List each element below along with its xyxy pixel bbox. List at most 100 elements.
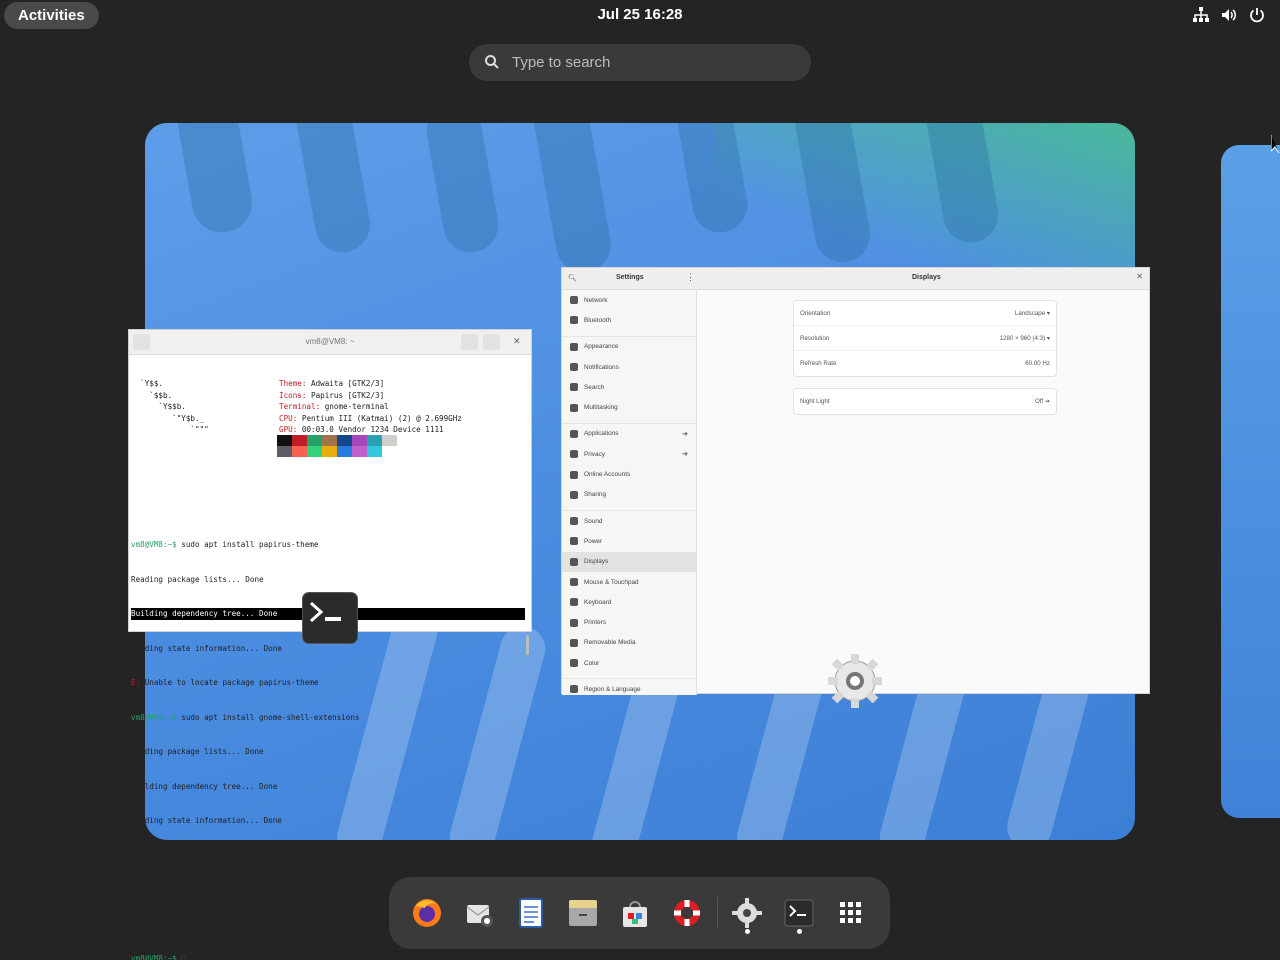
terminal-line: vm8@VM8:~$ sudo apt install gnome-shell-… xyxy=(131,712,360,722)
night-light-group: Night Light Off ➔ xyxy=(793,388,1057,415)
night-light-row[interactable]: Night Light Off ➔ xyxy=(794,389,1056,414)
software-store-icon[interactable] xyxy=(617,895,653,931)
close-icon[interactable]: ✕ xyxy=(513,336,521,347)
chevron-right-icon: ➔ xyxy=(682,430,688,438)
setting-row-orientation[interactable]: Orientation Landscape ▾ xyxy=(794,301,1056,326)
settings-title: Settings xyxy=(616,274,644,281)
sidebar-item-power[interactable]: Power xyxy=(562,531,696,551)
setting-row-refresh-rate[interactable]: Refresh Rate 60.00 Hz xyxy=(794,351,1056,376)
wallpaper-glow xyxy=(715,123,1135,283)
sidebar-item-label: Bluetooth xyxy=(584,316,612,324)
neofetch-line: `Y$$. Theme: Adwaita [GTK2/3] xyxy=(131,379,385,388)
setting-value[interactable]: 1280 × 960 (4:3) ▾ xyxy=(1000,335,1050,342)
sidebar-item-search[interactable]: Search xyxy=(562,377,696,397)
sidebar-item-online-accounts[interactable]: Online Accounts xyxy=(562,464,696,484)
terminal-menu-icon[interactable] xyxy=(483,334,500,350)
color-swatch xyxy=(367,435,382,446)
sidebar-item-network[interactable]: Network xyxy=(562,290,696,310)
overview-search[interactable]: Type to search xyxy=(469,44,811,81)
sidebar-item-color[interactable]: Color xyxy=(562,653,696,673)
system-status-area[interactable] xyxy=(1192,6,1266,24)
sidebar-item-sound[interactable]: Sound xyxy=(562,511,696,531)
sidebar-item-sharing[interactable]: Sharing xyxy=(562,485,696,505)
wallpaper-shape xyxy=(290,123,375,257)
sound-icon xyxy=(570,517,578,526)
settings-sidebar[interactable]: Network Bluetooth Appearance Notifications S… xyxy=(562,290,697,695)
setting-value[interactable]: 60.00 Hz xyxy=(1025,360,1050,367)
wallpaper-shape xyxy=(529,123,616,277)
color-swatches xyxy=(277,435,397,457)
terminal-titlebar[interactable]: vm8@VM8: ~ ✕ xyxy=(129,330,531,355)
volume-icon[interactable] xyxy=(1220,6,1238,24)
sidebar-item-privacy[interactable]: Privacy ➔ xyxy=(562,444,696,464)
terminal-line: Reading package lists... Done xyxy=(131,747,264,756)
files-icon[interactable] xyxy=(565,895,601,931)
terminal-search-icon[interactable] xyxy=(461,334,478,350)
next-workspace-thumbnail[interactable] xyxy=(1221,145,1280,818)
search-icon[interactable]: 🔍︎ xyxy=(568,274,577,282)
keyboard-icon xyxy=(570,598,578,607)
help-icon[interactable] xyxy=(669,895,705,931)
sidebar-item-label: Privacy xyxy=(584,450,605,458)
sidebar-item-region-language[interactable]: Region & Language xyxy=(562,679,696,695)
sidebar-item-displays[interactable]: Displays xyxy=(562,551,696,572)
text-editor-icon[interactable] xyxy=(513,895,549,931)
sidebar-item-label: Network xyxy=(584,296,608,304)
search-placeholder: Type to search xyxy=(512,54,611,71)
display-settings-group: Orientation Landscape ▾ Resolution 1280 × 9… xyxy=(793,300,1057,377)
close-icon[interactable]: ✕ xyxy=(1136,272,1143,281)
color-swatch xyxy=(352,435,367,446)
sidebar-item-label: Printers xyxy=(584,619,607,627)
setting-value[interactable]: Landscape ▾ xyxy=(1015,310,1050,317)
search-icon xyxy=(485,55,499,69)
neofetch-line: `"Y$b._ CPU: Pentium III (Katmai) (2) @ 2… xyxy=(131,413,462,423)
activities-button[interactable]: Activities xyxy=(4,2,99,29)
region-icon xyxy=(570,685,578,694)
chevron-down-icon: ▾ xyxy=(1045,334,1050,342)
sidebar-item-label: Keyboard xyxy=(584,598,612,606)
firefox-icon[interactable] xyxy=(409,895,445,931)
sidebar-item-printers[interactable]: Printers xyxy=(562,612,696,632)
sidebar-item-label: Appearance xyxy=(584,343,619,351)
sidebar-item-appearance[interactable]: Appearance xyxy=(562,337,696,357)
sidebar-item-multitasking[interactable]: Multitasking xyxy=(562,397,696,417)
settings-icon[interactable] xyxy=(729,895,765,931)
network-icon[interactable] xyxy=(1192,6,1210,24)
color-swatch xyxy=(277,446,292,457)
network-icon xyxy=(570,296,578,305)
terminal-window[interactable]: vm8@VM8: ~ ✕ `Y$$. Theme: Adwaita [GTK2/3… xyxy=(128,329,532,960)
color-swatch xyxy=(337,446,352,457)
settings-headerbar[interactable]: 🔍︎ Settings ⋮ Displays ✕ xyxy=(562,268,1149,290)
color-swatch xyxy=(322,435,337,446)
sidebar-item-keyboard[interactable]: Keyboard xyxy=(562,592,696,612)
power-icon[interactable] xyxy=(1248,6,1266,24)
sidebar-item-label: Applications xyxy=(584,430,619,438)
sidebar-item-removable-media[interactable]: Removable Media xyxy=(562,633,696,653)
app-grid-icon[interactable] xyxy=(833,895,869,931)
sidebar-item-notifications[interactable]: Notifications xyxy=(562,357,696,377)
sidebar-item-bluetooth[interactable]: Bluetooth xyxy=(562,310,696,330)
sidebar-item-label: Search xyxy=(584,383,605,391)
menu-icon[interactable]: ⋮ xyxy=(686,272,695,283)
terminal-output[interactable]: `Y$$. Theme: Adwaita [GTK2/3] `$$b. Icons:… xyxy=(129,355,531,960)
night-light-label: Night Light xyxy=(800,398,830,405)
clock[interactable]: Jul 25 16:28 xyxy=(560,6,720,23)
evolution-mail-icon[interactable] xyxy=(461,895,497,931)
sidebar-item-label: Color xyxy=(584,659,600,667)
multitasking-icon xyxy=(570,403,578,412)
settings-window[interactable]: 🔍︎ Settings ⋮ Displays ✕ Network Bluetoot… xyxy=(561,267,1150,695)
setting-row-resolution[interactable]: Resolution 1280 × 960 (4:3) ▾ xyxy=(794,326,1056,351)
sidebar-item-label: Notifications xyxy=(584,363,619,371)
terminal-icon[interactable] xyxy=(781,895,817,931)
sidebar-item-label: Multitasking xyxy=(584,404,618,412)
privacy-icon xyxy=(570,450,578,459)
sidebar-item-label: Region & Language xyxy=(584,685,641,693)
appearance-icon xyxy=(570,342,578,351)
terminal-scrollbar[interactable] xyxy=(526,635,529,655)
setting-label: Orientation xyxy=(800,309,831,317)
color-swatch xyxy=(382,446,397,457)
mouse-icon xyxy=(570,578,578,586)
sidebar-item-applications[interactable]: Applications ➔ xyxy=(562,424,696,444)
sidebar-item-mouse-touchpad[interactable]: Mouse & Touchpad xyxy=(562,572,696,592)
setting-label: Refresh Rate xyxy=(800,360,837,367)
